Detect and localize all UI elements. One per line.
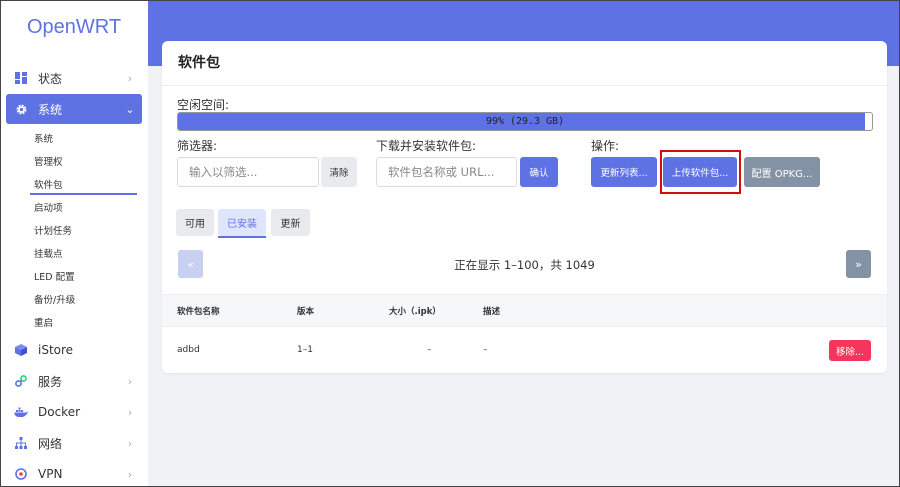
- sidebar-item-network[interactable]: 网络 ›: [6, 428, 142, 458]
- active-sub-underline: [30, 193, 137, 195]
- chevron-down-icon: ⌄: [125, 102, 135, 116]
- docker-icon: [14, 405, 28, 419]
- free-space-progress: 99% (29.3 GB): [177, 112, 873, 131]
- sidebar-sub-system[interactable]: 系统: [34, 131, 53, 145]
- sidebar-item-label: 系统: [38, 102, 63, 117]
- vpn-icon: [14, 467, 28, 481]
- next-page-button[interactable]: »: [846, 250, 871, 278]
- row-package-name: adbd: [177, 345, 200, 355]
- chevron-right-icon: ›: [127, 405, 133, 419]
- tab-installed[interactable]: 已安装: [218, 209, 266, 236]
- active-tab-underline: [218, 236, 266, 238]
- sidebar-item-label: iStore: [38, 343, 74, 357]
- configure-opkg-button[interactable]: 配置 OPKG...: [744, 157, 820, 187]
- free-space-label: 空闲空间:: [177, 98, 230, 112]
- filter-label: 筛选器:: [177, 139, 218, 153]
- sidebar-sub-led[interactable]: LED 配置: [34, 269, 75, 283]
- sidebar-item-system[interactable]: 系统 ⌄: [6, 94, 142, 124]
- page-title: 软件包: [178, 55, 220, 71]
- sidebar-item-label: VPN: [38, 467, 63, 481]
- pager-status: 正在显示 1–100，共 1049: [454, 258, 595, 272]
- tab-updates[interactable]: 更新: [271, 209, 310, 236]
- sidebar-sub-packages[interactable]: 软件包: [34, 177, 63, 191]
- download-label: 下载并安装软件包:: [376, 139, 477, 153]
- packages-card: 软件包 空闲空间: 99% (29.3 GB) 筛选器: 输入以筛选... 清除…: [162, 41, 887, 373]
- sidebar-item-label: 状态: [38, 71, 63, 86]
- column-header-size: 大小（.ipk）: [389, 307, 441, 317]
- sidebar-sub-crontab[interactable]: 计划任务: [34, 223, 72, 237]
- network-icon: [14, 436, 28, 450]
- tab-available[interactable]: 可用: [176, 209, 214, 236]
- title-divider: [162, 85, 887, 86]
- sidebar-sub-admin[interactable]: 管理权: [34, 154, 63, 168]
- row-package-version: 1–1: [297, 345, 313, 355]
- sidebar-item-vpn[interactable]: VPN ›: [6, 459, 142, 487]
- highlight-box: [660, 150, 741, 194]
- chevron-right-icon: ›: [127, 71, 133, 85]
- progress-text: 99% (29.3 GB): [485, 116, 565, 127]
- sidebar-item-label: 网络: [38, 436, 63, 451]
- update-lists-button[interactable]: 更新列表...: [591, 157, 657, 187]
- sidebar-sub-startup[interactable]: 启动项: [34, 200, 63, 214]
- row-package-description: –: [483, 345, 488, 355]
- sidebar-sub-backup[interactable]: 备份/升级: [34, 292, 75, 306]
- clear-filter-button[interactable]: 清除: [321, 157, 357, 187]
- table-header: [162, 294, 887, 327]
- chevron-right-icon: ›: [127, 467, 133, 481]
- column-header-description: 描述: [483, 307, 501, 317]
- sidebar-sub-mounts[interactable]: 挂载点: [34, 246, 63, 260]
- column-header-version: 版本: [297, 307, 315, 317]
- sidebar-item-docker[interactable]: Docker ›: [6, 397, 142, 427]
- link-icon: [14, 374, 28, 388]
- remove-package-button[interactable]: 移除...: [829, 340, 871, 361]
- package-url-input[interactable]: 软件包名称或 URL...: [376, 157, 517, 187]
- sidebar-item-label: 服务: [38, 374, 63, 389]
- sidebar: OpenWRT 状态 › 系统 ⌄ 系统 管理权 软件包 启动项 计划任务 挂载…: [0, 0, 148, 487]
- chevron-right-icon: ›: [127, 436, 133, 450]
- sidebar-item-label: Docker: [38, 405, 81, 419]
- sidebar-item-services[interactable]: 服务 ›: [6, 366, 142, 396]
- actions-label: 操作:: [591, 139, 620, 153]
- row-package-size: –: [427, 345, 432, 355]
- sidebar-item-istore[interactable]: iStore: [6, 335, 142, 365]
- cube-icon: [14, 343, 28, 357]
- chevron-right-icon: ›: [127, 374, 133, 388]
- app-logo[interactable]: OpenWRT: [0, 16, 148, 39]
- confirm-install-button[interactable]: 确认: [520, 157, 558, 187]
- filter-input[interactable]: 输入以筛选...: [177, 157, 319, 187]
- dashboard-icon: [14, 71, 28, 85]
- gear-icon: [14, 102, 28, 116]
- sidebar-sub-reboot[interactable]: 重启: [34, 315, 53, 329]
- sidebar-item-status[interactable]: 状态 ›: [6, 63, 142, 93]
- column-header-name: 软件包名称: [177, 307, 220, 317]
